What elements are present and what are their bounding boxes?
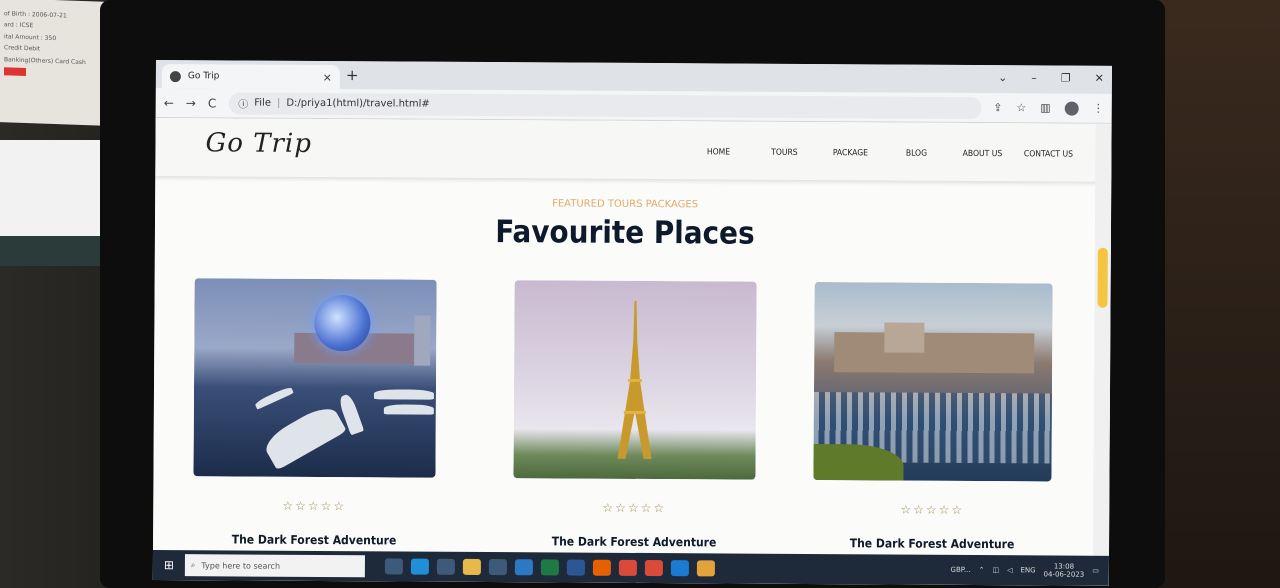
close-window-button[interactable]: ✕ <box>1095 72 1104 85</box>
page-scrollbar[interactable] <box>1092 123 1112 586</box>
notification-icon[interactable]: ▭ <box>1092 567 1099 575</box>
menu-kebab-icon[interactable]: ⋮ <box>1093 101 1104 115</box>
windows-start-icon[interactable]: ⊞ <box>153 558 185 572</box>
task-view-icon[interactable] <box>384 558 403 575</box>
calendar-icon[interactable] <box>488 559 507 576</box>
web-page: Go Trip HOME TOURS PACKAGE BLOG ABOUT US… <box>152 117 1112 586</box>
new-tab-button[interactable]: + <box>346 66 359 84</box>
chrome-active-icon[interactable] <box>696 560 715 577</box>
language-indicator[interactable]: ENG <box>1020 566 1035 574</box>
chrome-alt-icon[interactable] <box>644 559 663 577</box>
network-icon[interactable]: ◫ <box>992 566 999 574</box>
toolbar-icons: ⇪ ☆ ▥ ⋮ <box>993 101 1104 116</box>
word-icon[interactable] <box>566 559 585 576</box>
store-icon[interactable] <box>436 558 455 575</box>
menu-package[interactable]: PACKAGE <box>817 148 883 158</box>
menu-about-us[interactable]: ABOUT US <box>949 149 1015 159</box>
browser-tab[interactable]: Go Trip × <box>161 64 340 90</box>
tab-title: Go Trip <box>187 71 220 82</box>
tab-search-icon[interactable]: ⌄ <box>998 71 1007 84</box>
url-scheme: File <box>254 97 272 109</box>
eiffel-tower-illustration <box>617 300 652 460</box>
folder-icon[interactable] <box>462 558 481 575</box>
clock-time: 13:08 <box>1053 562 1075 571</box>
firefox-icon[interactable] <box>592 559 611 576</box>
background-paper: of Birth : 2006-07-21 ard : ICSE ital Am… <box>0 0 108 126</box>
place-title[interactable]: The Dark Forest Adventure <box>513 534 755 549</box>
windows-taskbar: ⊞ ⌕ Type here to search GBP... ⌃ ◫ ◁ ENG <box>152 549 1109 586</box>
section-eyebrow: FEATURED TOURS PACKAGES <box>552 198 699 211</box>
system-tray: GBP... ⌃ ◫ ◁ ENG 13:08 04-06-2023 ▭ <box>951 561 1109 579</box>
pinned-apps <box>384 558 715 577</box>
search-icon: ⌕ <box>190 560 196 570</box>
place-card[interactable]: ☆☆☆☆☆ The Dark Forest Adventure <box>813 282 1053 551</box>
clock-date: 04-06-2023 <box>1043 570 1085 579</box>
profile-avatar[interactable] <box>1064 101 1079 116</box>
mail-icon[interactable] <box>514 559 533 576</box>
window-controls: ⌄ – ❐ ✕ <box>998 71 1104 85</box>
rating-stars: ☆☆☆☆☆ <box>900 502 965 517</box>
place-title[interactable]: The Dark Forest Adventure <box>193 532 435 547</box>
tab-close-icon[interactable]: × <box>323 71 332 84</box>
taskbar-search[interactable]: ⌕ Type here to search <box>184 554 365 578</box>
place-image[interactable] <box>193 278 437 478</box>
wooden-door <box>1160 0 1280 588</box>
place-image[interactable] <box>813 282 1053 482</box>
forward-button[interactable]: → <box>186 96 196 110</box>
reload-button[interactable]: C <box>208 96 216 110</box>
site-menu: HOME TOURS PACKAGE BLOG ABOUT US CONTACT… <box>685 147 1081 159</box>
volume-icon[interactable]: ◁ <box>1007 566 1012 574</box>
minimize-button[interactable]: – <box>1031 71 1037 84</box>
chevron-up-icon[interactable]: ⌃ <box>979 566 985 574</box>
globe-icon <box>169 70 181 82</box>
edge-icon[interactable] <box>410 558 429 575</box>
section-title: Favourite Places <box>495 214 755 252</box>
place-card[interactable]: ☆☆☆☆☆ The Dark Forest Adventure <box>513 280 757 549</box>
rating-stars: ☆☆☆☆☆ <box>282 498 347 514</box>
scrollbar-thumb[interactable] <box>1097 247 1108 308</box>
address-bar[interactable]: ⓘ File | D:/priya1(html)/travel.html# <box>228 91 982 119</box>
excel-icon[interactable] <box>540 559 559 576</box>
place-image[interactable] <box>513 280 757 480</box>
restore-button[interactable]: ❐ <box>1061 72 1071 85</box>
menu-contact-us[interactable]: CONTACT US <box>1015 149 1081 159</box>
share-icon[interactable]: ⇪ <box>993 101 1002 115</box>
vscode-icon[interactable] <box>670 560 689 577</box>
menu-blog[interactable]: BLOG <box>883 148 949 159</box>
place-title[interactable]: The Dark Forest Adventure <box>813 536 1051 551</box>
sidepanel-icon[interactable]: ▥ <box>1040 101 1050 115</box>
menu-tours[interactable]: TOURS <box>751 148 817 158</box>
paper-line: Banking(Others) Card Cash <box>4 55 86 66</box>
background-window <box>0 140 112 240</box>
background-taskbar <box>0 236 112 266</box>
rating-stars: ☆☆☆☆☆ <box>602 500 667 516</box>
search-placeholder: Type here to search <box>201 560 281 571</box>
tab-strip: Go Trip × + ⌄ – ❐ ✕ <box>155 60 1112 94</box>
back-button[interactable]: ← <box>164 96 174 110</box>
dome-illustration <box>314 294 371 352</box>
place-card[interactable]: ☆☆☆☆☆ The Dark Forest Adventure <box>193 278 437 547</box>
site-navbar: Go Trip HOME TOURS PACKAGE BLOG ABOUT US… <box>155 117 1112 182</box>
url-text[interactable]: D:/priya1(html)/travel.html# <box>286 98 429 110</box>
site-logo[interactable]: Go Trip <box>205 128 312 159</box>
chrome-icon[interactable] <box>618 559 637 576</box>
clock[interactable]: 13:08 04-06-2023 <box>1044 562 1085 579</box>
currency-widget[interactable]: GBP... <box>951 566 971 574</box>
paper-red-button <box>4 67 26 76</box>
star-icon[interactable]: ☆ <box>1016 101 1026 115</box>
monitor-screen: Go Trip × + ⌄ – ❐ ✕ ← → C ⓘ File | D:/pr… <box>152 60 1112 586</box>
menu-home[interactable]: HOME <box>685 147 751 157</box>
url-separator: | <box>276 97 281 109</box>
info-icon[interactable]: ⓘ <box>238 96 248 111</box>
